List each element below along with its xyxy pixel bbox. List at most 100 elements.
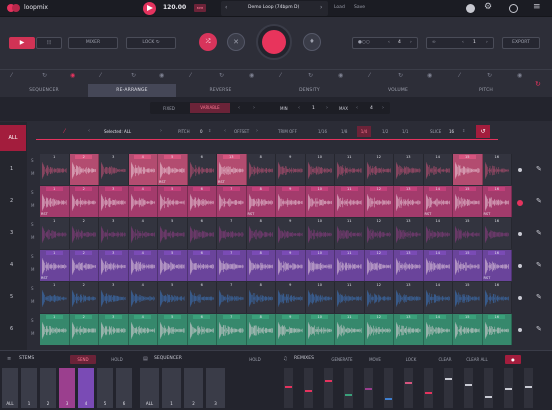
slice-cell[interactable]: 11 [335,186,365,217]
track-active-icon[interactable] [518,264,522,268]
trim-button[interactable]: TRIM OFF [278,129,297,134]
random-icon-2[interactable]: › [253,105,255,111]
cycle-icon[interactable]: ↻ [535,80,541,88]
slice-cell[interactable]: 15 [453,314,483,345]
solo-button[interactable]: S [31,190,34,195]
fader-thumb[interactable] [385,398,392,400]
pencil-icon[interactable]: ⁄ [64,128,65,135]
division-1-1[interactable]: 1/1 [402,129,408,134]
slice-cell[interactable]: 7 [217,218,247,249]
slice-cell[interactable]: 5 [158,282,188,313]
slice-cell[interactable]: 7 [217,250,247,281]
slice-cell[interactable]: 14 RST [423,186,453,217]
slice-cell[interactable]: 13 [394,314,424,345]
stem-key-1[interactable]: 1 [21,368,38,408]
waveform-view-button[interactable]: ▶ [9,37,35,49]
remix-fader[interactable] [384,368,393,408]
slice-cell[interactable]: 4 [128,186,158,217]
steps-control[interactable]: ●○○ ‹ 4 › [352,37,418,49]
wand-icon[interactable]: ⁄ [11,73,17,79]
track-edit-icon[interactable]: ✎ [536,325,542,333]
solo-button[interactable]: S [31,318,34,323]
slice-cell[interactable]: 16 RST [482,250,512,281]
sel-prev-icon[interactable]: ‹ [88,128,90,134]
tab-density[interactable]: DENSITY [265,84,354,97]
tab-volume[interactable]: VOLUME [354,84,442,97]
offset-prev-icon[interactable]: ‹ [224,128,226,134]
fader-thumb[interactable] [345,394,352,396]
slice-cell[interactable]: 14 [423,314,453,345]
fixed-button[interactable]: FIXED [163,106,175,111]
slice-cell[interactable]: 13 [394,186,424,217]
division-1-8[interactable]: 1/8 [341,129,347,134]
slice-cell[interactable]: 6 [187,186,217,217]
slice-cell[interactable]: 7 [217,282,247,313]
slice-cell[interactable]: 11 [335,314,365,345]
stem-key-2[interactable]: 2 [40,368,57,408]
refresh-icon-6[interactable]: ↻ [487,73,493,79]
tab-re-arrange[interactable]: RE-ARRANGE [88,84,176,97]
track-active-icon[interactable] [518,232,522,236]
slice-cell[interactable]: 12 [364,250,394,281]
bpm-display[interactable]: 120.00 [163,4,186,11]
slice-cell[interactable]: 3 [99,186,129,217]
refresh-icon-4[interactable]: ↻ [308,73,314,79]
slice-cell[interactable]: 8 [246,218,276,249]
mute-button[interactable]: M [31,299,34,304]
slice-cell[interactable]: 2 [69,154,99,185]
slice-value[interactable]: 16 [449,129,454,134]
slice-cell[interactable]: 7 [217,314,247,345]
slice-cell[interactable]: 9 [276,186,306,217]
fader-thumb[interactable] [505,388,512,390]
division-1-2[interactable]: 1/2 [382,129,388,134]
slice-cell[interactable]: 14 [423,218,453,249]
slice-cell[interactable]: 5 [158,314,188,345]
track-edit-icon[interactable]: ✎ [536,293,542,301]
sequencer-hold-button[interactable]: HOLD [244,355,266,364]
slice-cell[interactable]: 2 [69,186,99,217]
mute-button[interactable]: M [31,171,34,176]
sel-next-icon[interactable]: › [160,128,162,134]
mixer-button[interactable]: MIXER [68,37,118,49]
user-icon[interactable] [466,4,475,13]
remix-fader[interactable] [404,368,413,408]
refresh-icon-5[interactable]: ↻ [398,73,404,79]
slice-cell[interactable]: 5 [158,186,188,217]
slice-cell[interactable]: 12 [364,282,394,313]
stems-send-button[interactable]: SEND [70,355,96,364]
mute-button[interactable]: M [31,235,34,240]
slice-cell[interactable]: 15 [453,250,483,281]
slice-cell[interactable]: 2 [69,218,99,249]
pitch-stepper-icon[interactable]: ⇕ [208,128,211,133]
fader-thumb[interactable] [465,384,472,386]
lock-button[interactable]: LOCK ↻ [126,37,176,49]
slice-cell[interactable]: 15 [453,218,483,249]
info-icon[interactable] [509,4,518,13]
slice-cell[interactable]: 4 [128,314,158,345]
slice-cell[interactable]: 16 [482,218,512,249]
slice-cell[interactable]: 13 RST [217,154,247,185]
slice-cell[interactable]: 4 [128,154,158,185]
wand-icon-3[interactable]: ⁄ [190,73,196,79]
track-edit-icon[interactable]: ✎ [536,261,542,269]
track-number[interactable]: 6 [10,326,13,332]
slice-cell[interactable]: 8 [246,282,276,313]
random-icon[interactable]: ‹ [238,105,240,111]
pitch-value[interactable]: 0 [200,129,203,134]
mute-button[interactable]: M [31,203,34,208]
remix-fader[interactable] [304,368,313,408]
min-dec-icon[interactable]: ‹ [298,105,300,111]
remix-fader[interactable] [464,368,473,408]
slice-cell[interactable]: 5 [158,250,188,281]
slice-cell[interactable]: 3 [99,314,129,345]
remix-fader[interactable] [504,368,513,408]
track-edit-icon[interactable]: ✎ [536,229,542,237]
remix-fader[interactable] [444,368,453,408]
target-icon-6[interactable]: ◉ [517,73,523,79]
remix-fader[interactable] [424,368,433,408]
wand-icon-2[interactable]: ⁄ [100,73,106,79]
stem-key-6[interactable]: 6 [116,368,133,408]
seq-key-1[interactable]: 1 [162,368,182,408]
slice-cell[interactable]: 13 [394,154,424,185]
slice-cell[interactable]: 3 [99,218,129,249]
